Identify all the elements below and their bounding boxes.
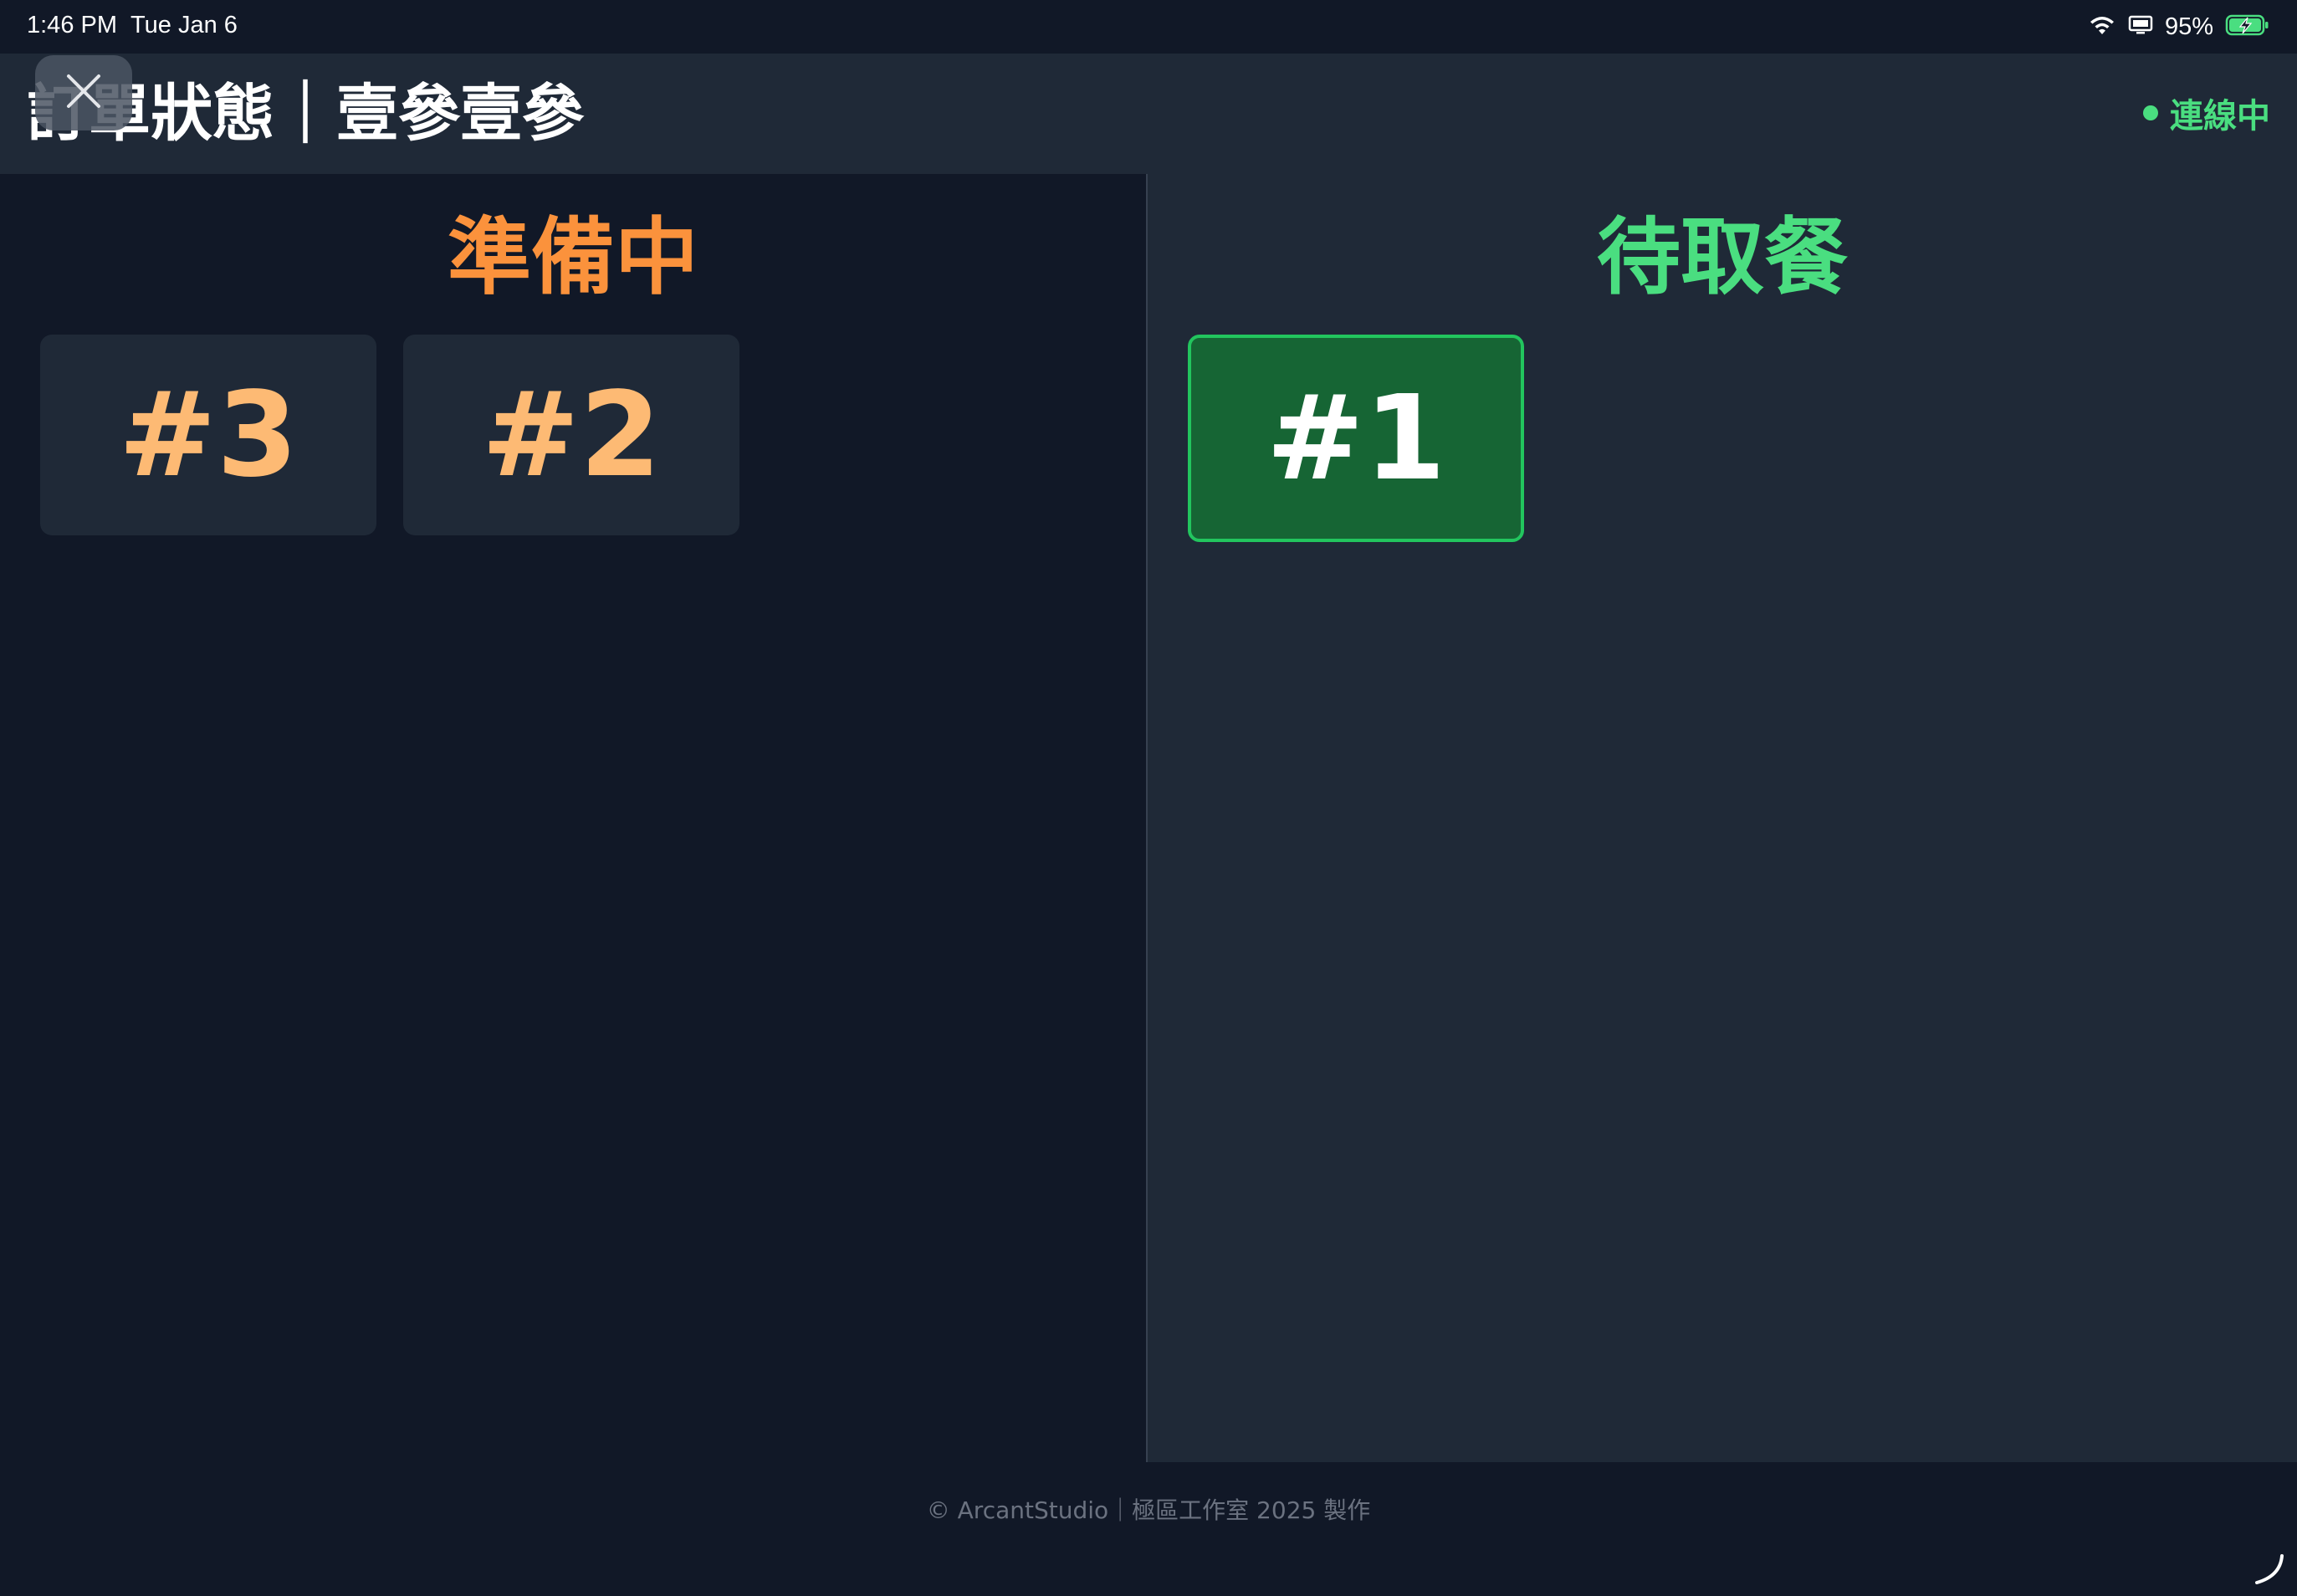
preparing-order-list: #3 #2: [40, 335, 739, 535]
footer: © ArcantStudio｜極區工作室 2025 製作: [0, 1462, 2297, 1596]
header: 訂單狀態｜壹參壹參: [0, 54, 2297, 174]
battery-percent: 95%: [2164, 13, 2213, 40]
footer-credit: © ArcantStudio｜極區工作室 2025 製作: [926, 1496, 1371, 1524]
preparing-title: 準備中: [448, 208, 698, 306]
connection-dot-icon: [2143, 105, 2158, 120]
resize-corner-icon[interactable]: [2252, 1553, 2285, 1586]
close-button[interactable]: [35, 55, 132, 130]
status-date: Tue Jan 6: [130, 12, 238, 38]
connection-status-label: 連線中: [2170, 97, 2270, 136]
screen-mirroring-icon: [2128, 14, 2153, 39]
order-number: #3: [118, 366, 299, 504]
ready-title: 待取餐: [1597, 208, 1848, 306]
order-card: #3: [40, 335, 376, 535]
status-bar: 1:46 PM Tue Jan 6 95%: [0, 0, 2297, 54]
order-card: #2: [403, 335, 739, 535]
ready-column: 待取餐 #1: [1148, 174, 2297, 1462]
status-right: 95%: [2088, 10, 2270, 43]
order-card: #1: [1188, 335, 1524, 542]
close-icon: [65, 73, 102, 113]
screen: 1:46 PM Tue Jan 6 95% 訂單狀態｜壹參壹參 連線中 準備中 …: [0, 0, 2297, 1596]
ready-order-list: #1: [1188, 335, 1524, 542]
connection-status: 連線中: [2143, 92, 2270, 136]
status-time: 1:46 PM: [27, 12, 117, 38]
order-number: #2: [481, 366, 662, 504]
battery-charging-icon: [2225, 13, 2270, 40]
preparing-column: 準備中 #3 #2: [0, 174, 1148, 1462]
wifi-icon: [2088, 14, 2116, 39]
order-number: #1: [1266, 370, 1446, 507]
